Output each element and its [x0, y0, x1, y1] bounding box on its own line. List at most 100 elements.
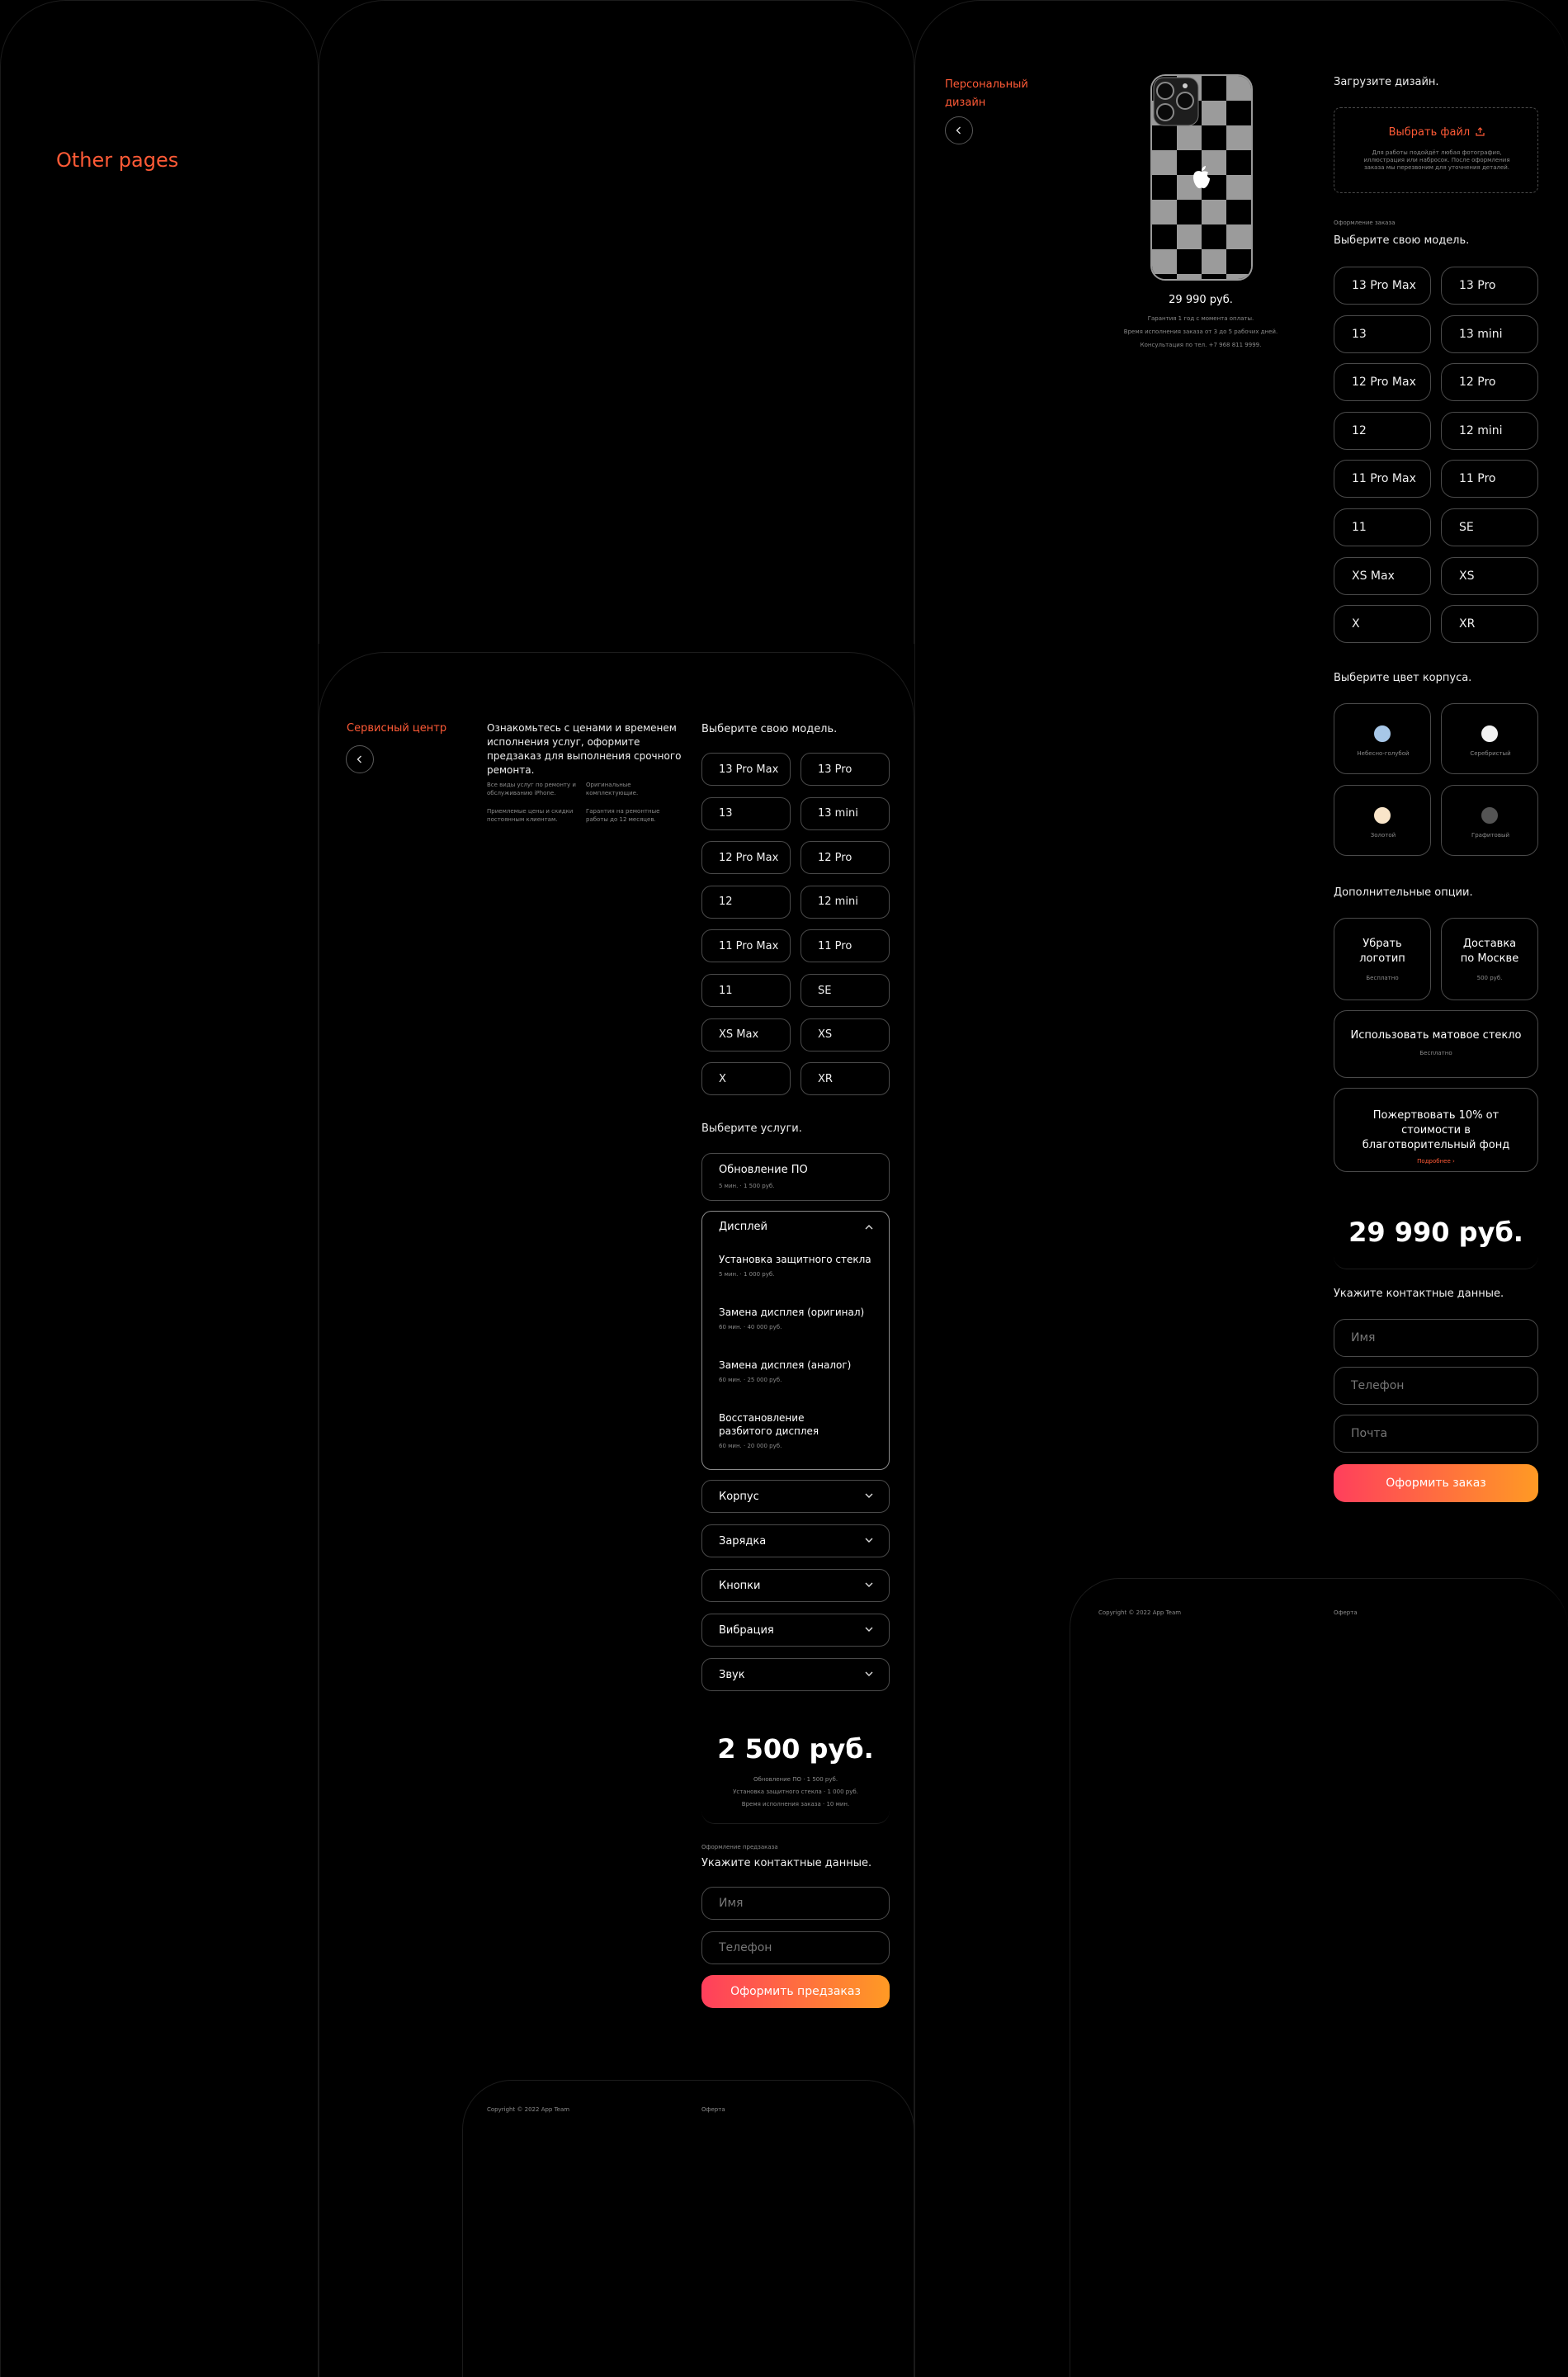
chevron-down-icon	[864, 1535, 874, 1548]
design-note: Гарантия 1 год с момента оплаты.	[1147, 315, 1254, 322]
service-category-title: Кнопки	[719, 1579, 761, 1592]
design-model-button[interactable]: 13	[1334, 314, 1431, 353]
service-model-button[interactable]: SE	[801, 974, 890, 1007]
design-total-card: 29 990 руб.	[1334, 1197, 1538, 1269]
service-model-button[interactable]: 12 Pro	[801, 841, 890, 875]
service-category-title: Вибрация	[719, 1623, 774, 1637]
donate-more-link[interactable]: Подробнее ›	[1334, 1158, 1537, 1165]
option-delivery[interactable]: Доставка по Москве 500 руб.	[1441, 918, 1538, 1000]
display-option-meta: 5 мин. · 1 000 руб.	[719, 1271, 775, 1278]
service-back-button[interactable]	[346, 745, 374, 773]
upload-button[interactable]: Выбрать файл	[1334, 126, 1539, 139]
service-model-button[interactable]: 11 Pro	[801, 929, 890, 963]
service-model-button[interactable]: 11 Pro Max	[701, 929, 791, 963]
design-model-button[interactable]: 11	[1334, 508, 1431, 546]
chevron-down-icon	[864, 1624, 874, 1637]
service-model-button[interactable]: 13 mini	[801, 796, 890, 830]
service-feature: Гарантия на ремонтные работы до 12 месяц…	[586, 808, 660, 823]
service-phone-field[interactable]: Телефон	[701, 1931, 890, 1964]
service-model-button[interactable]: XS Max	[701, 1018, 791, 1051]
service-category-accordion[interactable]: Зарядка	[701, 1524, 890, 1557]
design-back-button[interactable]	[945, 116, 973, 144]
option-matte-glass[interactable]: Использовать матовое стекло Бесплатно	[1334, 1010, 1538, 1078]
display-option-time: 60 мин.	[719, 1443, 742, 1449]
service-breadcrumb[interactable]: Сервисный центр	[347, 722, 446, 735]
design-note: Консультация по тел. +7 968 811 9999.	[1140, 342, 1262, 348]
service-category-accordion[interactable]: Корпус	[701, 1480, 890, 1513]
service-model-heading: Выберите свою модель.	[701, 723, 838, 735]
option-title: Убрать логотип	[1359, 938, 1405, 965]
display-option-title: Установка защитного стекла	[719, 1254, 871, 1265]
color-swatch	[1374, 725, 1391, 742]
display-option[interactable]: Восстановление разбитого дисплея 60 мин.…	[719, 1411, 859, 1449]
design-model-button[interactable]: 12 Pro Max	[1334, 363, 1431, 402]
service-model-button[interactable]: 13	[701, 796, 791, 830]
display-option-meta: 60 мин. · 40 000 руб.	[719, 1324, 782, 1330]
service-category-accordion[interactable]: Вибрация	[701, 1614, 890, 1647]
upload-dropzone[interactable]: Выбрать файл Для работы подойдёт любая ф…	[1334, 107, 1538, 193]
design-footer-offer-link[interactable]: Оферта	[1334, 1609, 1358, 1616]
design-model-button[interactable]: 11 Pro Max	[1334, 460, 1431, 499]
color-option[interactable]: Небесно-голубой	[1334, 703, 1431, 774]
design-model-button[interactable]: 13 Pro Max	[1334, 267, 1431, 305]
design-model-button[interactable]: XR	[1441, 605, 1538, 644]
color-option[interactable]: Золотой	[1334, 785, 1431, 856]
design-submit-button[interactable]: Оформить заказ	[1334, 1464, 1538, 1502]
service-category-accordion[interactable]: Звук	[701, 1658, 890, 1691]
display-accordion-title[interactable]: Дисплей	[719, 1221, 767, 1233]
service-model-button[interactable]: 13 Pro	[801, 753, 890, 786]
display-option[interactable]: Установка защитного стекла 5 мин. · 1 00…	[719, 1253, 876, 1278]
service-model-button[interactable]: 11	[701, 974, 791, 1007]
service-model-button[interactable]: 12 mini	[801, 885, 890, 919]
design-model-button[interactable]: 13 Pro	[1441, 267, 1538, 305]
design-model-button[interactable]: XS	[1441, 556, 1538, 595]
service-category-accordion[interactable]: Кнопки	[701, 1569, 890, 1602]
color-option[interactable]: Серебристый	[1441, 703, 1538, 774]
service-model-button[interactable]: 12 Pro Max	[701, 841, 791, 875]
service-summary-line: Время исполнения заказа · 10 мин.	[741, 1801, 850, 1808]
service-item-software[interactable]: Обновление ПО 5 мин. · 1 500 руб.	[701, 1153, 890, 1201]
service-model-button[interactable]: XR	[801, 1062, 890, 1096]
color-option[interactable]: Графитовый	[1441, 785, 1538, 856]
design-model-button[interactable]: 12	[1334, 411, 1431, 450]
design-email-field[interactable]: Почта	[1334, 1415, 1538, 1453]
design-breadcrumb[interactable]: Персональный дизайн	[945, 76, 1036, 112]
phone-case-preview	[1150, 74, 1253, 281]
service-feature: Приемлемые цены и скидки постоянным клие…	[487, 808, 574, 823]
service-footer-offer-link[interactable]: Оферта	[701, 2106, 725, 2113]
design-phone-field[interactable]: Телефон	[1334, 1367, 1538, 1405]
option-remove-logo[interactable]: Убрать логотип Бесплатно	[1334, 918, 1431, 1000]
design-model-button[interactable]: 12 Pro	[1441, 363, 1538, 402]
service-model-button[interactable]: 12	[701, 885, 791, 919]
option-donate[interactable]: Пожертвовать 10% от стоимости в благотво…	[1334, 1088, 1538, 1172]
service-model-button[interactable]: XS	[801, 1018, 890, 1051]
design-model-button[interactable]: 12 mini	[1441, 411, 1538, 450]
color-name: Небесно-голубой	[1357, 750, 1410, 757]
display-option[interactable]: Замена дисплея (аналог) 60 мин. · 25 000…	[719, 1359, 876, 1383]
service-name-field[interactable]: Имя	[701, 1887, 890, 1920]
option-title: Пожертвовать 10% от стоимости в благотво…	[1362, 1109, 1510, 1151]
options-heading: Дополнительные опции.	[1334, 886, 1473, 899]
service-footer-copyright: Copyright © 2022 App Team	[487, 2106, 570, 2113]
design-model-button[interactable]: 11 Pro	[1441, 460, 1538, 499]
design-model-button[interactable]: SE	[1441, 508, 1538, 546]
design-model-button[interactable]: 13 mini	[1441, 314, 1538, 353]
other-pages-title: Other pages	[56, 149, 179, 172]
service-model-button[interactable]: 13 Pro Max	[701, 753, 791, 786]
apple-logo-icon	[1193, 166, 1210, 189]
service-model-button[interactable]: X	[701, 1062, 791, 1096]
display-option-title: Восстановление разбитого дисплея	[719, 1412, 819, 1437]
design-note: Время исполнения заказа от 3 до 5 рабочи…	[1123, 328, 1278, 335]
service-total-card: 2 500 руб. Обновление ПО · 1 500 руб. Ус…	[701, 1717, 890, 1824]
design-model-button[interactable]: X	[1334, 605, 1431, 644]
design-name-field[interactable]: Имя	[1334, 1319, 1538, 1357]
display-option-time: 60 мин.	[719, 1324, 742, 1330]
display-option[interactable]: Замена дисплея (оригинал) 60 мин. · 40 0…	[719, 1306, 876, 1330]
design-model-button[interactable]: XS Max	[1334, 556, 1431, 595]
display-option-time: 5 мин.	[719, 1271, 739, 1278]
frame-service-footer	[462, 2080, 914, 2377]
service-category-title: Корпус	[719, 1490, 759, 1503]
chevron-up-icon[interactable]	[864, 1223, 874, 1231]
service-submit-button[interactable]: Оформить предзаказ	[701, 1975, 890, 2008]
design-total-price: 29 990 руб.	[1348, 1217, 1523, 1248]
